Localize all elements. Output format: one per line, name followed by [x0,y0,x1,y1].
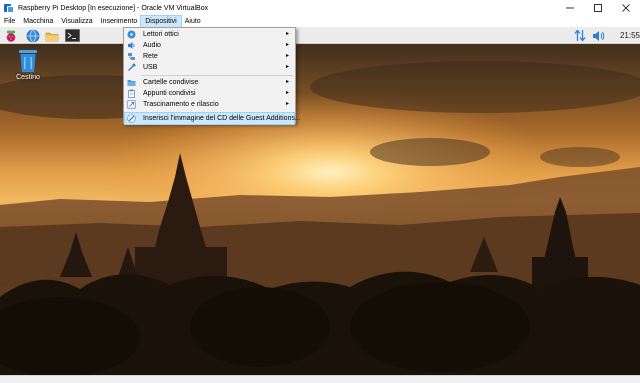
optical-disc-icon [127,30,136,39]
menu-dispositivi[interactable]: Dispositivi [140,15,182,28]
menu-aiuto[interactable]: Aiuto [181,16,205,27]
maximize-icon [594,4,602,12]
desktop-trash[interactable]: Cestino [10,49,46,81]
maximize-button[interactable] [584,0,612,16]
desktop-wallpaper [0,27,640,375]
menu-file[interactable]: File [0,16,19,27]
clipboard-icon [128,89,135,98]
taskbar-clock: 21:55 [619,31,640,40]
terminal-icon [64,29,80,42]
virtualbox-icon [4,3,14,13]
chevron-right-icon: ▸ [285,101,289,107]
pi-taskbar: 21:55 [0,27,640,44]
file-manager-icon [45,32,59,41]
chevron-right-icon: ▸ [285,53,289,59]
usb-icon [128,63,136,71]
menu-inserimento[interactable]: Inserimento [97,16,142,27]
guest-additions-icon [127,114,136,123]
trash-icon [19,50,37,72]
network-icon [128,53,135,60]
terminal-button[interactable] [64,28,80,43]
menu-item-shared-folders[interactable]: Cartelle condivise ▸ [125,77,294,88]
web-browser-icon [26,29,40,42]
menu-macchina[interactable]: Macchina [19,16,57,27]
network-transfer-button[interactable] [572,28,588,43]
volume-icon [592,30,604,41]
menu-item-drag-and-drop[interactable]: Trascinamento e rilascio ▸ [125,99,294,110]
chevron-right-icon: ▸ [285,64,289,70]
guest-display[interactable]: 21:55 Cestino [0,27,640,375]
menu-item-insert-guest-additions[interactable]: Inserisci l'immagine del CD delle Guest … [124,112,301,125]
drag-drop-icon [127,100,136,109]
devices-menu: Lettori ottici ▸ Audio ▸ Rete ▸ USB ▸ Ca… [123,27,301,125]
shared-folder-icon [127,80,136,86]
menu-item-optical-drives[interactable]: Lettori ottici ▸ [125,29,294,40]
minimize-button[interactable] [556,0,584,16]
title-bar[interactable]: Raspberry Pi Desktop [In esecuzione] - O… [0,0,640,16]
window-title: Raspberry Pi Desktop [In esecuzione] - O… [18,4,209,12]
close-icon [622,4,630,12]
trash-label: Cestino [16,74,40,81]
status-bar [0,375,640,383]
close-button[interactable] [612,0,640,16]
menu-item-network[interactable]: Rete ▸ [125,51,294,62]
file-manager-button[interactable] [44,28,60,43]
menu-item-audio[interactable]: Audio ▸ [125,40,294,51]
volume-button[interactable] [590,28,606,43]
minimize-icon [566,7,574,9]
web-browser-button[interactable] [25,28,41,43]
menu-bar: File Macchina Visualizza Inserimento Dis… [0,15,640,28]
chevron-right-icon: ▸ [285,79,289,85]
chevron-right-icon: ▸ [285,90,289,96]
chevron-right-icon: ▸ [285,31,289,37]
network-transfer-icon [574,29,586,42]
menu-item-usb[interactable]: USB ▸ [125,62,294,73]
chevron-right-icon: ▸ [285,42,289,48]
raspberry-menu-button[interactable] [3,28,19,43]
menu-separator [141,75,293,76]
menu-visualizza[interactable]: Visualizza [57,16,96,27]
menu-item-shared-clipboard[interactable]: Appunti condivisi ▸ [125,88,294,99]
audio-icon [128,42,135,49]
raspberry-menu-icon [6,30,16,42]
virtualbox-window: Raspberry Pi Desktop [In esecuzione] - O… [0,0,640,383]
